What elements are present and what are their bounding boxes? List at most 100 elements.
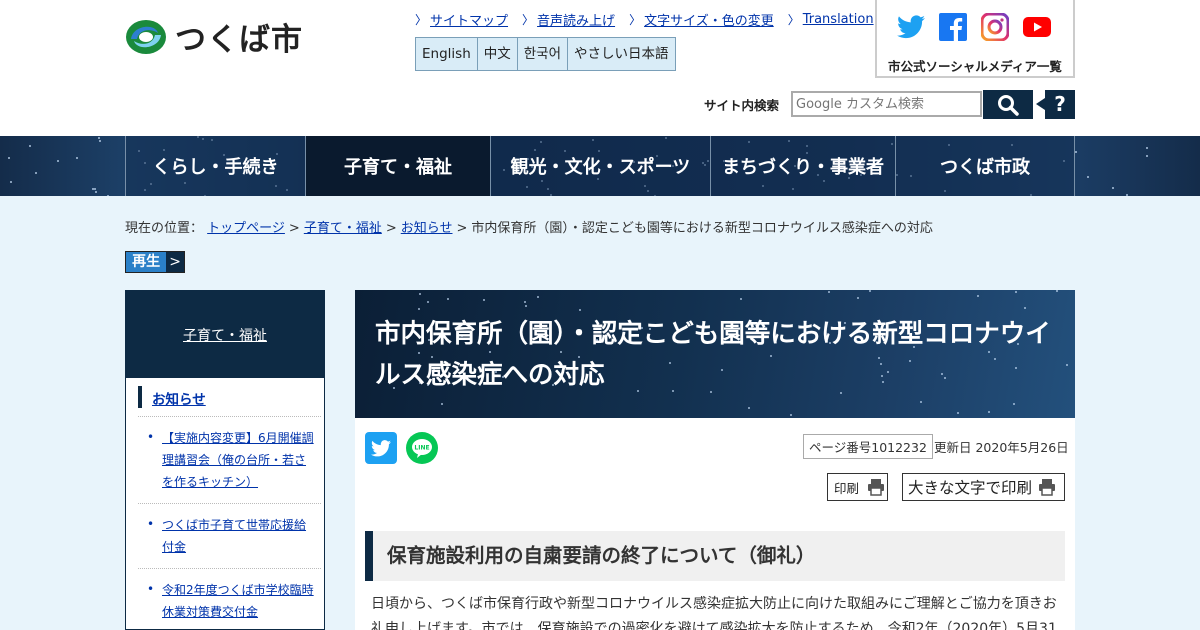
star-decoration [525,305,527,307]
lang-chinese-button[interactable]: 中文 [478,38,518,70]
breadcrumb-link-news[interactable]: お知らせ [401,221,453,236]
star-decoration [1015,291,1017,293]
play-label: 再生 [126,252,167,272]
side-nav-item[interactable]: 令和2年度つくば市学校臨時休業対策費交付金 [138,569,321,630]
star-decoration [98,137,100,139]
gnav-item-tourism-culture-sports[interactable]: 観光・文化・スポーツ [491,136,711,196]
star-decoration [10,181,12,183]
chevron-right-icon: 〉 [522,13,535,27]
util-link-text-size[interactable]: 〉 文字サイズ・色の変更 [629,10,774,29]
star-decoration [579,309,581,311]
utility-links: 〉 サイトマップ 〉 音声読み上げ 〉 文字サイズ・色の変更 〉 Transla… [415,10,874,29]
twitter-icon[interactable] [897,13,925,41]
util-link-sitemap[interactable]: 〉 サイトマップ [415,10,508,29]
updated-date: 更新日 2020年5月26日 [934,440,1069,455]
print-button[interactable]: 印刷 [827,473,888,501]
gnav-item-childcare-welfare[interactable]: 子育て・福祉 [306,136,491,196]
page-title-banner: 市内保育所（園）・認定こども園等における新型コロナウイルス感染症への対応 [355,290,1075,418]
city-emblem-icon [125,19,167,55]
line-icon: LINE [412,439,432,458]
star-decoration [1146,155,1148,157]
lang-english-button[interactable]: English [416,38,478,70]
star-decoration [483,299,485,301]
lang-easy-japanese-button[interactable]: やさしい日本語 [568,38,675,70]
social-media-box: 市公式ソーシャルメディア一覧 [875,0,1075,78]
body-paragraph: 日頃から、つくば市保育行政や新型コロナウイルス感染症拡大防止に向けた取組みにご理… [371,596,1057,630]
star-decoration [94,188,96,190]
side-nav: 子育て・福祉 お知らせ 【実施内容変更】6月開催調理講習会（俺の台所・若さを作る… [125,290,325,630]
printer-icon [868,479,885,496]
star-decoration [107,195,109,196]
breadcrumb: 現在の位置： トップページ > 子育て・福祉 > お知らせ > 市内保育所（園）・認定こども… [125,221,933,236]
site-logo[interactable]: つくば市 [125,14,303,59]
page-number: ページ番号1012232 [803,434,933,459]
star-decoration [748,407,750,409]
star-decoration [418,308,420,310]
side-nav-item[interactable]: つくば市子育て世帯応援給付金 [138,504,321,569]
global-nav: くらし・手続き 子育て・福祉 観光・文化・スポーツ まちづくり・事業者 つくば市… [0,136,1200,196]
read-aloud-play-button[interactable]: 再生 > [125,251,185,273]
search-help-button[interactable]: ? [1036,90,1075,119]
youtube-icon[interactable] [1023,13,1051,41]
gnav-item-living[interactable]: くらし・手続き [126,136,306,196]
star-decoration [869,290,871,292]
search-input[interactable] [791,91,982,117]
chevron-right-icon: 〉 [415,13,428,27]
star-decoration [99,140,101,142]
breadcrumb-link-childcare[interactable]: 子育て・福祉 [304,221,382,236]
star-decoration [740,298,742,300]
site-logo-text: つくば市 [175,22,303,58]
star-decoration [828,291,830,293]
star-decoration [920,401,922,403]
site-header: つくば市 〉 サイトマップ 〉 音声読み上げ 〉 文字サイズ・色の変更 〉 Tr… [0,0,1200,136]
star-decoration [1112,187,1114,189]
side-nav-item[interactable]: 【実施内容変更】6月開催調理講習会（俺の台所・若さを作るキッチン） [138,417,321,504]
star-decoration [8,157,10,159]
main-content: LINE ページ番号1012232 更新日 2020年5月26日 印刷 大きな文… [355,418,1075,630]
language-switcher: English 中文 한국어 やさしい日本語 [415,37,676,71]
star-decoration [790,414,792,416]
section-heading: 保育施設利用の自粛要請の終了について（御礼） [365,531,1065,581]
util-link-translation[interactable]: 〉 Translation [788,10,874,29]
printer-icon [1039,479,1056,496]
gnav-item-city-government[interactable]: つくば市政 [896,136,1075,196]
side-nav-subheading[interactable]: お知らせ [138,386,321,417]
chevron-right-icon: 〉 [629,13,642,27]
side-nav-heading[interactable]: 子育て・福祉 [126,291,324,378]
star-decoration [1066,364,1068,366]
star-decoration [524,301,526,303]
breadcrumb-link-top[interactable]: トップページ [207,221,285,236]
search-button[interactable] [983,90,1033,119]
star-decoration [1126,194,1128,196]
breadcrumb-current: 市内保育所（園）・認定こども園等における新型コロナウイルス感染症への対応 [471,221,933,236]
star-decoration [957,412,959,414]
star-decoration [29,145,31,147]
page-title: 市内保育所（園）・認定こども園等における新型コロナウイルス感染症への対応 [375,319,1051,390]
star-decoration [1146,147,1148,149]
util-link-read-aloud[interactable]: 〉 音声読み上げ [522,10,615,29]
star-decoration [419,293,421,295]
star-decoration [1013,403,1015,405]
star-decoration [1024,307,1026,309]
social-media-caption[interactable]: 市公式ソーシャルメディア一覧 [877,56,1073,75]
star-decoration [1056,290,1058,292]
star-decoration [76,157,78,159]
twitter-icon [371,439,391,456]
chevron-right-icon: 〉 [787,13,800,27]
print-large-text-button[interactable]: 大きな文字で印刷 [902,473,1065,501]
side-nav-list: 【実施内容変更】6月開催調理講習会（俺の台所・若さを作るキッチン） つくば市子育… [138,417,321,630]
star-decoration [988,411,990,413]
lang-korean-button[interactable]: 한국어 [518,38,569,70]
star-decoration [1087,176,1089,178]
gnav-item-town-business[interactable]: まちづくり・事業者 [711,136,896,196]
facebook-icon[interactable] [939,13,967,41]
share-line-button[interactable]: LINE [406,432,438,464]
instagram-icon[interactable] [981,13,1009,41]
star-decoration [35,172,37,174]
star-decoration [427,301,429,303]
breadcrumb-prefix: 現在の位置： [125,221,204,236]
search-label: サイト内検索 [704,98,780,113]
share-twitter-button[interactable] [365,432,397,464]
svg-text:LINE: LINE [414,445,429,452]
star-decoration [857,297,859,299]
